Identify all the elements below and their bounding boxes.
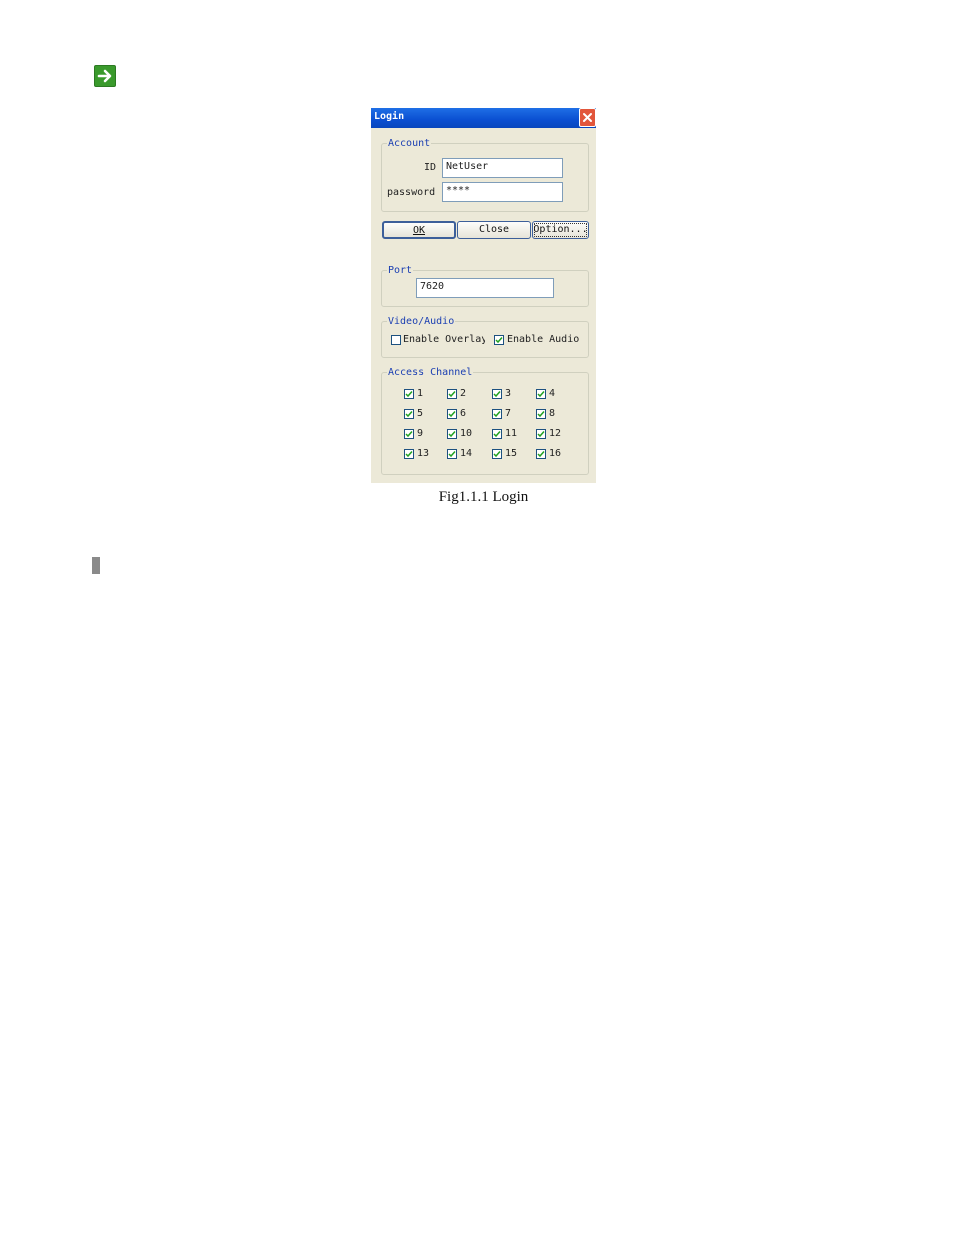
channel-checkbox[interactable] <box>404 449 414 459</box>
channel-label: 2 <box>460 388 467 399</box>
channel-label: 14 <box>460 448 473 459</box>
channel-checkbox[interactable] <box>492 429 502 439</box>
checkmark-icon <box>405 451 413 458</box>
close-icon <box>583 113 592 122</box>
channel-checkbox[interactable] <box>492 449 502 459</box>
password-input[interactable]: **** <box>442 182 563 202</box>
login-dialog: Login Account ID NetUser password **** O… <box>371 108 596 483</box>
audio-label: Enable Audio <box>507 334 580 345</box>
channel-label: 4 <box>549 388 556 399</box>
checkmark-icon <box>448 431 456 438</box>
channel-label: 15 <box>505 448 518 459</box>
bullet-marker <box>92 557 100 574</box>
channel-label: 1 <box>417 388 424 399</box>
checkmark-icon <box>493 391 501 398</box>
checkmark-icon <box>448 451 456 458</box>
checkmark-icon <box>493 431 501 438</box>
title-bar[interactable]: Login <box>371 108 596 128</box>
channel-checkbox[interactable] <box>404 389 414 399</box>
channel-checkbox[interactable] <box>536 449 546 459</box>
channel-checkbox[interactable] <box>492 409 502 419</box>
checkmark-icon <box>537 391 545 398</box>
figure-caption: Fig1.1.1 Login <box>438 489 529 505</box>
checkmark-icon <box>448 391 456 398</box>
ok-button[interactable]: OK <box>382 221 456 239</box>
channel-label: 13 <box>417 448 430 459</box>
close-button-label: Close <box>478 224 510 235</box>
channel-label: 12 <box>549 428 562 439</box>
checkmark-icon <box>537 431 545 438</box>
channel-label: 9 <box>417 428 424 439</box>
checkmark-icon <box>537 451 545 458</box>
password-label: password <box>387 187 436 198</box>
checkmark-icon <box>405 411 413 418</box>
id-input[interactable]: NetUser <box>442 158 563 178</box>
port-legend: Port <box>388 265 413 276</box>
ok-button-label: OK <box>412 225 426 236</box>
arrow-right-icon <box>94 65 116 87</box>
option-button-label: Option... <box>533 224 588 235</box>
checkmark-icon <box>448 411 456 418</box>
channel-label: 6 <box>460 408 467 419</box>
channel-checkbox[interactable] <box>447 429 457 439</box>
access-channel-legend: Access Channel <box>388 367 473 378</box>
channel-checkbox[interactable] <box>404 409 414 419</box>
channel-checkbox[interactable] <box>536 389 546 399</box>
overlay-checkbox[interactable] <box>391 335 401 345</box>
channel-checkbox[interactable] <box>492 389 502 399</box>
channel-checkbox[interactable] <box>536 409 546 419</box>
id-label: ID <box>424 162 437 173</box>
channel-label: 5 <box>417 408 424 419</box>
close-window-button[interactable] <box>579 108 596 127</box>
checkmark-icon <box>493 451 501 458</box>
channel-label: 10 <box>460 428 473 439</box>
channel-label: 16 <box>549 448 562 459</box>
option-button[interactable]: Option... <box>532 221 589 239</box>
port-input[interactable]: 7620 <box>416 278 554 298</box>
account-legend: Account <box>388 138 431 149</box>
video-audio-legend: Video/Audio <box>388 316 455 327</box>
checkmark-icon <box>405 391 413 398</box>
channel-label: 8 <box>549 408 556 419</box>
checkmark-icon <box>493 411 501 418</box>
channel-checkbox[interactable] <box>447 409 457 419</box>
channel-checkbox[interactable] <box>447 449 457 459</box>
channel-checkbox[interactable] <box>536 429 546 439</box>
audio-checkbox[interactable] <box>494 335 504 345</box>
dialog-title: Login <box>374 111 405 122</box>
channel-label: 7 <box>505 408 512 419</box>
channel-checkbox[interactable] <box>404 429 414 439</box>
checkmark-icon <box>405 431 413 438</box>
channel-checkbox[interactable] <box>447 389 457 399</box>
checkmark-icon <box>495 337 503 344</box>
checkmark-icon <box>537 411 545 418</box>
channel-label: 3 <box>505 388 512 399</box>
close-button[interactable]: Close <box>457 221 531 239</box>
overlay-label: Enable Overlay <box>403 334 485 345</box>
channel-label: 11 <box>505 428 518 439</box>
